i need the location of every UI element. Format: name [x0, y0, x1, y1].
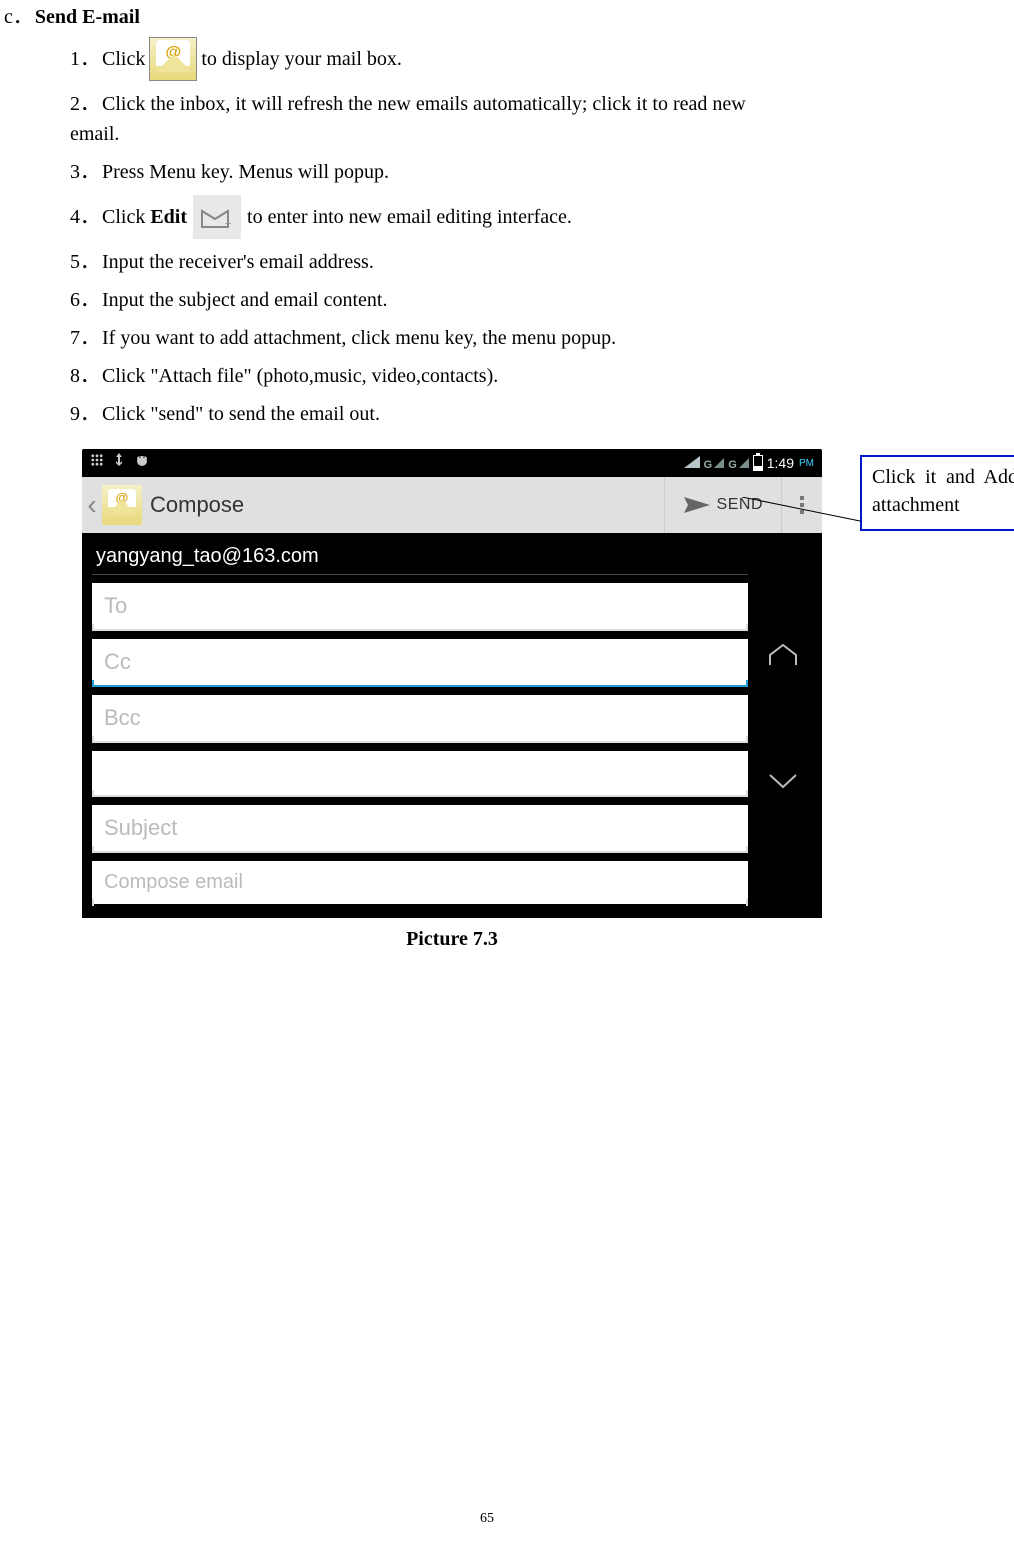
cc-placeholder: Cc — [104, 649, 131, 674]
step-text: Input the receiver's email address. — [102, 247, 374, 277]
compose-edit-icon: + — [193, 195, 241, 239]
step-5: 5． Input the receiver's email address. — [70, 247, 974, 277]
send-label: SEND — [717, 496, 763, 514]
step-text-after: to display your mail box. — [201, 44, 402, 74]
system-nav-rail — [754, 535, 812, 904]
bcc-field[interactable]: Bcc — [92, 695, 748, 743]
overflow-menu-button[interactable] — [781, 477, 822, 533]
step-6: 6． Input the subject and email content. — [70, 285, 974, 315]
android-status-bar: G G 1:49 PM — [82, 449, 822, 477]
subject-field[interactable]: Subject — [92, 805, 748, 853]
step-9: 9． Click "send" to send the email out. — [70, 399, 974, 429]
signal-1: G — [704, 456, 725, 471]
step-number: 1． — [70, 44, 102, 74]
clock-time: 1:49 — [767, 455, 794, 471]
step-2-cont: email. — [70, 119, 974, 149]
step-text: Click the inbox, it will refresh the new… — [102, 93, 746, 115]
dialer-icon — [90, 453, 104, 474]
step-number: 7． — [70, 323, 102, 353]
step-number: 4． — [70, 202, 102, 232]
section-heading: c．Send E-mail — [0, 0, 974, 29]
step-number: 9． — [70, 399, 102, 429]
step-text: Click "send" to send the email out. — [102, 399, 380, 429]
step-text: Input the subject and email content. — [102, 285, 387, 315]
figure-caption: Picture 7.3 — [82, 928, 822, 951]
step-text: If you want to add attachment, click men… — [102, 323, 616, 353]
back-button[interactable]: ‹ — [82, 489, 102, 521]
step-number: 3． — [70, 157, 102, 187]
callout-annotation: Click it and Add attachment — [860, 455, 1014, 531]
to-field[interactable]: To — [92, 583, 748, 631]
step-number: 2． — [70, 89, 102, 119]
compose-email-screenshot: G G 1:49 PM ‹ Compose SEND — [82, 449, 822, 918]
svg-text:+: + — [225, 218, 231, 229]
bcc-placeholder: Bcc — [104, 705, 141, 730]
step-text: Click "Attach file" (photo,music, video,… — [102, 361, 498, 391]
usb-icon — [114, 453, 124, 474]
home-button[interactable] — [768, 643, 798, 673]
step-number: 8． — [70, 361, 102, 391]
to-placeholder: To — [104, 593, 127, 618]
app-action-bar: ‹ Compose SEND — [82, 477, 822, 533]
step-bold-word: Edit — [150, 202, 187, 232]
step-text-before: Click — [102, 202, 145, 232]
section-title-text: Send E-mail — [35, 6, 140, 28]
step-1: 1． Click to display your mail box. — [70, 37, 974, 81]
step-number: 6． — [70, 285, 102, 315]
email-app-icon[interactable] — [102, 485, 142, 525]
ime-collapse-button[interactable] — [768, 773, 798, 797]
blank-field[interactable] — [92, 751, 748, 797]
page-number: 65 — [0, 1511, 974, 1527]
cc-field[interactable]: Cc — [92, 639, 748, 687]
step-8: 8． Click "Attach file" (photo,music, vid… — [70, 361, 974, 391]
step-3: 3． Press Menu key. Menus will popup. — [70, 157, 974, 187]
android-debug-icon — [134, 453, 150, 474]
email-body-field[interactable]: Compose email — [92, 861, 748, 904]
step-text: Press Menu key. Menus will popup. — [102, 157, 389, 187]
screen-title: Compose — [150, 492, 244, 518]
step-text-before: Click — [102, 44, 145, 74]
from-address[interactable]: yangyang_tao@163.com — [92, 535, 748, 575]
step-7: 7． If you want to add attachment, click … — [70, 323, 974, 353]
body-placeholder: Compose email — [104, 871, 243, 893]
send-icon — [683, 495, 711, 515]
send-button[interactable]: SEND — [664, 477, 781, 533]
step-number: 5． — [70, 247, 102, 277]
step-text-after: to enter into new email editing interfac… — [247, 202, 572, 232]
signal-2: G — [728, 456, 749, 471]
step-2: 2．Click the inbox, it will refresh the n… — [70, 89, 800, 119]
email-app-icon — [149, 37, 197, 81]
instruction-list: 1． Click to display your mail box. 2．Cli… — [0, 37, 974, 429]
wifi-icon — [684, 456, 700, 471]
step-4: 4． Click Edit + to enter into new email … — [70, 195, 974, 239]
battery-icon — [753, 455, 763, 471]
section-letter: c． — [4, 6, 33, 28]
clock-ampm: PM — [799, 458, 814, 469]
subject-placeholder: Subject — [104, 815, 177, 840]
